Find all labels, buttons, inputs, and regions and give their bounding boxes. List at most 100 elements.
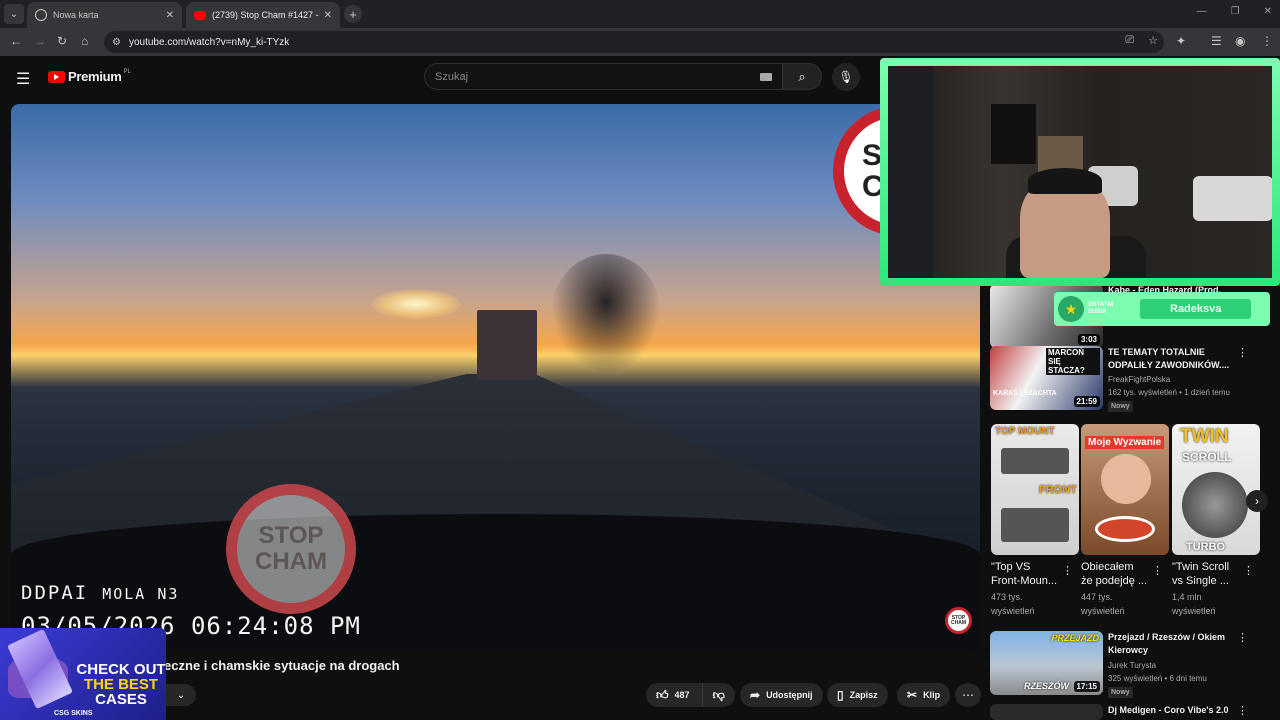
- more-vertical-icon[interactable]: ⋮: [1152, 564, 1163, 577]
- duration-badge: 3:03: [1077, 334, 1100, 345]
- list-item[interactable]: Dj Medigen - Coro Vibe's 2.0 ⋮: [990, 704, 1270, 720]
- save-button[interactable]: ▯ Zapisz: [827, 683, 888, 707]
- last-subscriber-widget: ★ OSTATNI SUBIK Radeksva: [1054, 292, 1270, 326]
- keyboard-icon[interactable]: [760, 72, 772, 81]
- save-label: Zapisz: [849, 690, 878, 700]
- more-vertical-icon[interactable]: ⋮: [1237, 631, 1248, 644]
- dashcam-brand: DDPAI MOLA N3: [21, 582, 179, 604]
- short-thumbnail[interactable]: TOP MOUNT FRONT: [991, 424, 1079, 555]
- save-group: ▯ Zapisz: [827, 683, 888, 707]
- video-title: TE TEMATY TOTALNIE ODPALIŁY ZAWODNIKÓW..…: [1108, 347, 1230, 370]
- tab-youtube-video[interactable]: (2739) Stop Cham #1427 - Niebe ✕: [186, 2, 340, 28]
- youtube-logo[interactable]: Premium PL: [48, 69, 131, 84]
- shorts-next-button[interactable]: ›: [1246, 490, 1268, 512]
- list-item[interactable]: MARCOŃ SIĘ STACZA? KARAŚ | SZACHTA 21:59…: [990, 346, 1270, 412]
- close-icon[interactable]: ✕: [324, 10, 332, 21]
- short-item[interactable]: TOP MOUNT FRONT "Top VS Front-Moun... 47…: [991, 424, 1079, 620]
- menu-icon[interactable]: ☰: [16, 69, 30, 89]
- video-thumbnail[interactable]: MARCOŃ SIĘ STACZA? KARAŚ | SZACHTA 21:59: [990, 346, 1103, 410]
- bookmark-icon: ▯: [837, 688, 844, 702]
- ad-brand: CSG SKINS: [54, 710, 93, 717]
- browser-menu-icon[interactable]: ⋮: [1261, 34, 1273, 48]
- dashcam-model: MOLA N3: [102, 585, 180, 603]
- minimize-icon[interactable]: —: [1197, 6, 1207, 17]
- thumbnail-text: MARCOŃ SIĘ STACZA?: [1046, 348, 1100, 375]
- intercooler-graphic: [1001, 448, 1069, 474]
- last-sub-name: Radeksva: [1140, 299, 1252, 319]
- corner-logo-line: CHAM: [951, 619, 966, 626]
- webcam-armchair: [1193, 176, 1272, 221]
- url-text: youtube.com/watch?v=nMy_ki-TYzk: [128, 36, 290, 48]
- intercooler-graphic: [1001, 508, 1069, 542]
- new-tab-button[interactable]: +: [344, 5, 362, 23]
- like-button[interactable]: 👍︎ 487: [646, 683, 703, 707]
- cast-icon[interactable]: ⎚: [1125, 34, 1134, 47]
- video-thumbnail[interactable]: [990, 704, 1103, 720]
- short-title: Obiecałem że podejdę ...: [1081, 561, 1148, 587]
- more-actions-button[interactable]: ⋯: [955, 683, 981, 707]
- star-icon: ★: [1058, 296, 1084, 322]
- reading-list-icon[interactable]: ☰: [1211, 34, 1222, 48]
- ad-line: THE BEST: [83, 676, 159, 693]
- thumbnail-subtext: KARAŚ | SZACHTA: [993, 390, 1057, 397]
- stop-cham-watermark: STOP CHAM: [226, 484, 356, 614]
- channel-name[interactable]: Jurek Turysta: [1108, 661, 1156, 670]
- short-thumbnail[interactable]: Moje Wyzwanie: [1081, 424, 1169, 555]
- thumbs-up-icon: 👍︎: [656, 687, 669, 702]
- video-title: Dj Medigen - Coro Vibe's 2.0: [1108, 705, 1229, 715]
- share-button[interactable]: ➦ Udostępnij: [740, 683, 823, 707]
- address-bar[interactable]: ⚙ youtube.com/watch?v=nMy_ki-TYzk ⎚ ☆: [104, 31, 1164, 53]
- more-vertical-icon[interactable]: ⋮: [1237, 346, 1248, 359]
- watermark-line: STOP: [258, 521, 324, 549]
- video-player[interactable]: ST C STOP CHAM DDPAIMOLA N3 03/05/2026 0…: [11, 104, 980, 650]
- home-icon[interactable]: ⌂: [81, 34, 88, 48]
- person-graphic: [1101, 454, 1151, 504]
- subscribe-dropdown-button[interactable]: ⌄: [166, 684, 196, 706]
- channel-name[interactable]: FreakFightPolska: [1108, 375, 1170, 384]
- close-icon[interactable]: ✕: [166, 10, 174, 21]
- video-thumbnail[interactable]: PRZEJAZD RZESZÓW 17:15: [990, 631, 1103, 695]
- site-info-icon[interactable]: ⚙: [112, 37, 121, 48]
- more-vertical-icon[interactable]: ⋮: [1062, 564, 1073, 577]
- more-vertical-icon[interactable]: ⋮: [1243, 564, 1254, 577]
- bookmark-star-icon[interactable]: ☆: [1148, 34, 1158, 47]
- short-item[interactable]: Moje Wyzwanie Obiecałem że podejdę ... 4…: [1081, 424, 1169, 620]
- webcam-feed: [888, 66, 1272, 278]
- chevron-down-icon: ⌄: [176, 689, 186, 701]
- voice-search-button[interactable]: 🎙: [832, 63, 860, 91]
- like-dislike-group: 👍︎ 487 👎︎: [646, 683, 735, 707]
- shorts-shelf: TOP MOUNT FRONT "Top VS Front-Moun... 47…: [990, 424, 1280, 624]
- ad-line: CASES: [95, 691, 147, 708]
- clip-button[interactable]: ✂ Klip: [897, 683, 951, 707]
- forward-icon[interactable]: →: [34, 34, 46, 48]
- profile-avatar[interactable]: ◉: [1235, 34, 1245, 48]
- short-item[interactable]: TWIN SCROLL TURBO "Twin Scroll vs Single…: [1172, 424, 1260, 620]
- short-thumbnail[interactable]: TWIN SCROLL TURBO: [1172, 424, 1260, 555]
- microphone-icon: 🎙: [838, 70, 854, 84]
- channel-corner-logo[interactable]: STOP CHAM: [945, 607, 972, 634]
- thumbnail-text: PRZEJAZD: [1051, 633, 1099, 643]
- thumbnail-text: TURBO: [1186, 541, 1226, 553]
- last-sub-label: OSTATNI SUBIK: [1088, 302, 1114, 315]
- plus-icon: +: [349, 6, 357, 22]
- more-vertical-icon[interactable]: ⋮: [1237, 704, 1248, 717]
- sponsor-ad-overlay[interactable]: CHECK OUT THE BEST CASES CSG SKINS: [0, 628, 166, 720]
- tab-title: Nowa karta: [53, 10, 99, 20]
- maximize-icon[interactable]: ❐: [1231, 6, 1240, 17]
- search-input[interactable]: [435, 70, 760, 83]
- back-icon[interactable]: ←: [10, 34, 22, 48]
- close-window-icon[interactable]: ✕: [1264, 6, 1272, 17]
- reload-icon[interactable]: ↻: [57, 34, 67, 48]
- search-button[interactable]: ⌕: [782, 63, 822, 90]
- tab-new-tab[interactable]: Nowa karta ✕: [27, 2, 182, 28]
- duration-badge: 21:59: [1073, 396, 1100, 407]
- thumbnail-overlay-text: Moje Wyzwanie: [1085, 436, 1165, 449]
- short-title: "Twin Scroll vs Single ...: [1172, 561, 1230, 587]
- short-title: "Top VS Front-Moun...: [991, 561, 1058, 587]
- tab-search-button[interactable]: ⌄: [4, 4, 24, 24]
- turbo-graphic: [1182, 472, 1248, 538]
- extensions-icon[interactable]: ✦: [1176, 34, 1186, 48]
- list-item[interactable]: PRZEJAZD RZESZÓW 17:15 Przejazd / Rzeszó…: [990, 631, 1270, 698]
- dislike-button[interactable]: 👎︎: [702, 683, 735, 707]
- scissors-icon: ✂: [907, 688, 918, 702]
